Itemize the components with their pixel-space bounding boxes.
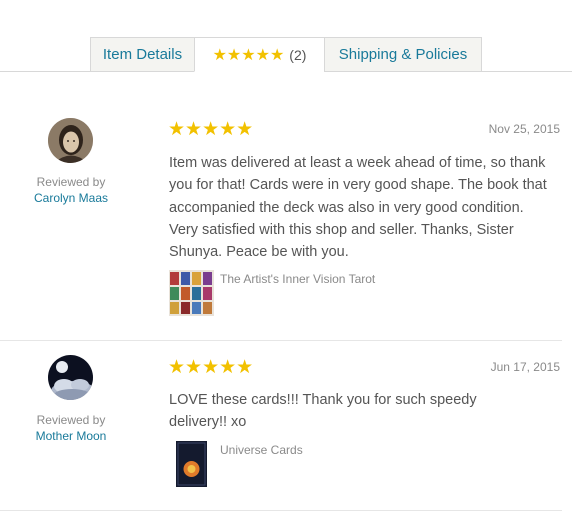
rating-stars-icon: ★★★★★: [168, 357, 254, 378]
moon-clouds-icon: [48, 355, 93, 400]
tab-item-details-label: Item Details: [102, 46, 183, 63]
portrait-icon: [48, 118, 93, 163]
reviewer-name-link[interactable]: Mother Moon: [11, 429, 131, 443]
tab-reviews[interactable]: ★★★★★ (2): [194, 37, 325, 72]
tab-shipping-label: Shipping & Policies: [338, 46, 468, 63]
review-divider: [0, 340, 562, 341]
review-date: Nov 25, 2015: [488, 122, 560, 136]
review-count: (2): [289, 46, 307, 63]
avatar[interactable]: [48, 118, 93, 163]
tab-shipping-policies[interactable]: Shipping & Policies: [324, 37, 482, 72]
reviewed-by-label: Reviewed by: [36, 413, 106, 427]
reviewed-by-label: Reviewed by: [36, 175, 106, 189]
review-text: LOVE these cards!!! Thank you for such s…: [169, 392, 477, 431]
tarot-cards-icon: [169, 270, 214, 316]
rating-stars-icon: ★★★★★: [168, 119, 254, 140]
reviewer-name-link[interactable]: Carolyn Maas: [11, 191, 131, 205]
review-text: Item was delivered at least a week ahead…: [169, 155, 547, 261]
review-divider: [0, 510, 562, 511]
universe-cards-icon: [176, 441, 207, 487]
item-thumbnail-universe[interactable]: [176, 441, 207, 487]
item-title-link[interactable]: Universe Cards: [220, 443, 303, 457]
review-date: Jun 17, 2015: [490, 360, 560, 374]
avatar[interactable]: [48, 355, 93, 400]
item-thumbnail-tarot[interactable]: [169, 270, 214, 316]
rating-stars-icon: ★★★★★: [212, 46, 285, 64]
tab-item-details[interactable]: Item Details: [90, 37, 195, 72]
item-title-link[interactable]: The Artist's Inner Vision Tarot: [220, 272, 375, 286]
